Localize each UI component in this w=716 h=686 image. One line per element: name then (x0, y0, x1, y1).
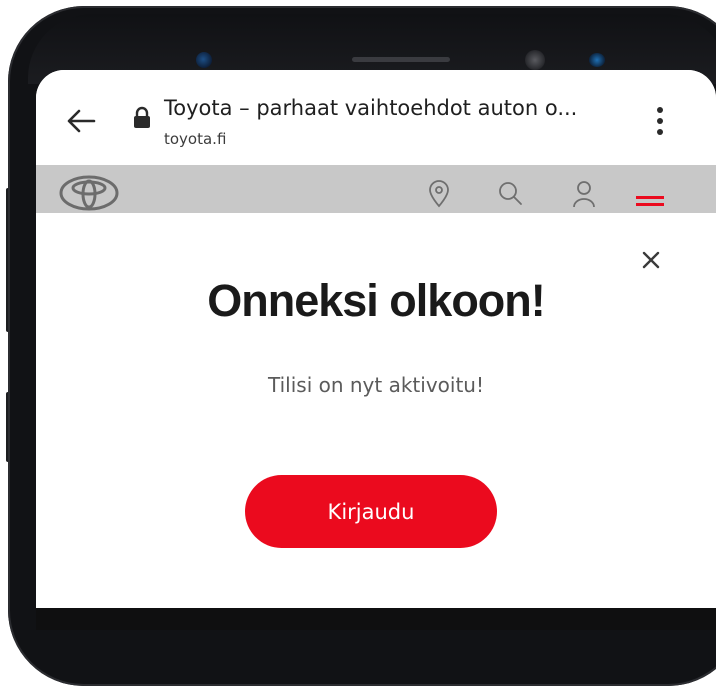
earpiece-speaker (352, 57, 450, 62)
login-button[interactable]: Kirjaudu (245, 475, 497, 548)
page-content-below-modal (36, 608, 716, 630)
hamburger-menu-icon[interactable] (634, 179, 666, 209)
front-camera-icon (525, 50, 545, 70)
modal-title: Onneksi olkoon! (207, 275, 546, 326)
user-icon[interactable] (571, 179, 597, 209)
sensor-icon (196, 52, 212, 68)
page-title[interactable]: Toyota – parhaat vaihtoehdot auton o... (164, 96, 644, 120)
search-icon[interactable] (497, 179, 523, 209)
page-domain[interactable]: toyota.fi (164, 130, 226, 148)
success-modal: Onneksi olkoon! Tilisi on nyt aktivoitu!… (36, 213, 716, 608)
phone-screen: Toyota – parhaat vaihtoehdot auton o... … (36, 70, 716, 630)
more-vertical-icon[interactable] (654, 104, 666, 138)
lock-icon (134, 106, 150, 128)
iris-sensor-icon (589, 53, 605, 67)
location-pin-icon[interactable] (426, 179, 452, 209)
modal-subtitle: Tilisi on nyt aktivoitu! (268, 373, 484, 397)
back-arrow-icon[interactable] (64, 104, 98, 138)
toyota-logo[interactable] (58, 174, 120, 212)
close-icon[interactable] (640, 249, 662, 271)
browser-address-bar: Toyota – parhaat vaihtoehdot auton o... … (36, 70, 716, 165)
site-header (36, 165, 716, 213)
